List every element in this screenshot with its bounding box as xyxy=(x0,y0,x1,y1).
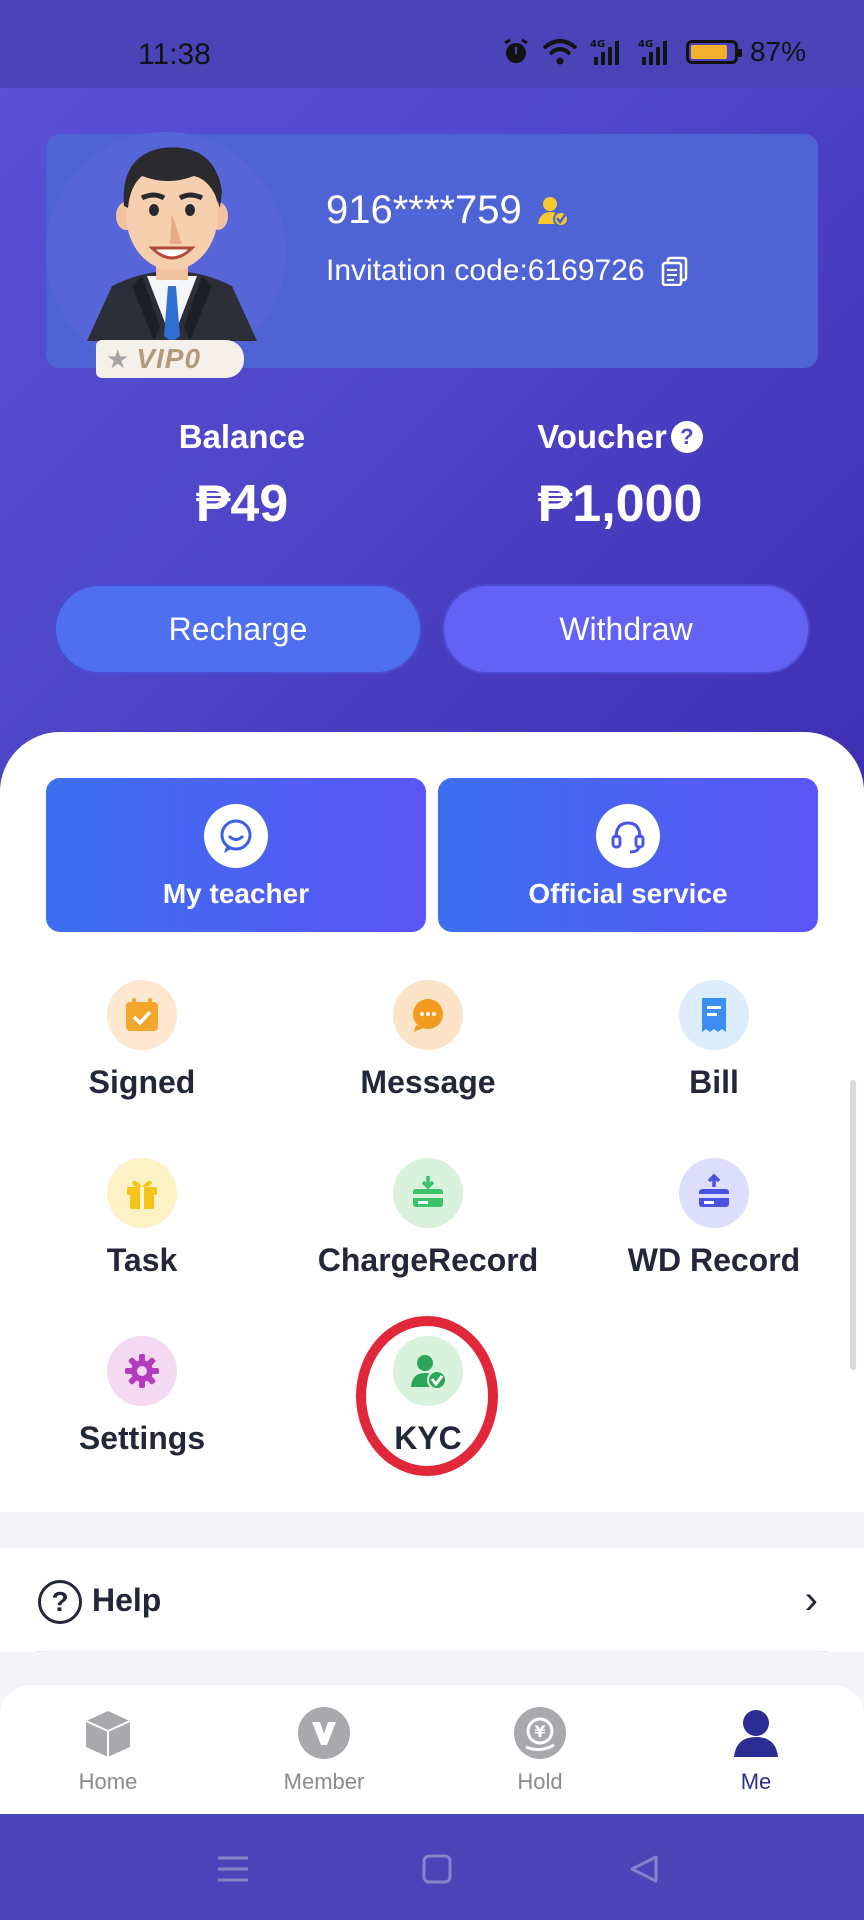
person-icon xyxy=(730,1707,782,1759)
gear-icon xyxy=(107,1336,177,1406)
nav-member-label: Member xyxy=(283,1769,365,1794)
balance-stat: Balance ₱49 xyxy=(142,418,342,534)
hold-coin-icon: ¥ xyxy=(514,1707,566,1759)
nav-home-label: Home xyxy=(78,1769,138,1794)
charge-record-icon xyxy=(393,1158,463,1228)
withdraw-record-icon xyxy=(679,1158,749,1228)
task-label: Task xyxy=(106,1242,178,1278)
signed-label: Signed xyxy=(88,1064,196,1100)
voucher-label-row: Voucher? xyxy=(520,418,720,456)
message-item[interactable]: Message xyxy=(288,980,568,1101)
my-teacher-label: My teacher xyxy=(162,878,310,909)
user-phone: 916****759 xyxy=(326,188,522,232)
system-nav-bar xyxy=(0,1814,864,1920)
my-teacher-button[interactable]: My teacher xyxy=(46,778,426,932)
signal-4g-icon-2: 4G xyxy=(638,39,667,65)
battery-percent: 87% xyxy=(749,36,806,67)
status-icons: 4G 4G 87% xyxy=(502,36,806,68)
battery-icon xyxy=(685,40,742,64)
nav-member[interactable]: Member xyxy=(244,1707,404,1795)
official-service-label: Official service xyxy=(528,878,728,909)
wd-record-label: WD Record xyxy=(627,1242,801,1278)
status-bar: 11:38 4G 4G 87% xyxy=(0,0,864,88)
headset-icon xyxy=(596,804,660,868)
withdraw-button[interactable]: Withdraw xyxy=(442,584,810,674)
invitation-code: Invitation code:6169726 xyxy=(326,254,645,287)
chat-icon xyxy=(204,804,268,868)
home-square-icon[interactable] xyxy=(422,1854,452,1884)
official-service-button[interactable]: Official service xyxy=(438,778,818,932)
alarm-icon xyxy=(504,38,528,63)
nav-hold[interactable]: ¥ Hold xyxy=(460,1707,620,1795)
help-label: Help xyxy=(92,1582,162,1618)
nav-me[interactable]: Me xyxy=(676,1707,836,1795)
calendar-check-icon xyxy=(107,980,177,1050)
avatar[interactable] xyxy=(82,136,262,346)
bottom-nav: Home Member ¥ Hold Me xyxy=(0,1684,864,1814)
task-item[interactable]: Task xyxy=(2,1158,282,1279)
star-icon: ★ xyxy=(106,343,131,374)
voucher-stat: Voucher? ₱1,000 xyxy=(520,418,720,534)
vip-badge: ★ VIP0 xyxy=(96,340,244,378)
divider xyxy=(36,1651,828,1652)
signal-4g-icon: 4G xyxy=(590,39,619,65)
menu-icon[interactable] xyxy=(216,1854,250,1884)
nav-home[interactable]: Home xyxy=(28,1707,188,1795)
message-icon xyxy=(393,980,463,1050)
charge-record-label: ChargeRecord xyxy=(317,1242,539,1278)
home-box-icon xyxy=(82,1707,134,1759)
gift-icon xyxy=(107,1158,177,1228)
message-label: Message xyxy=(360,1064,496,1100)
recharge-button[interactable]: Recharge xyxy=(54,584,422,674)
back-icon[interactable] xyxy=(628,1854,660,1884)
settings-item[interactable]: Settings xyxy=(2,1336,282,1457)
charge-record-item[interactable]: ChargeRecord xyxy=(288,1158,568,1279)
help-row[interactable]: ? Help › xyxy=(0,1548,864,1652)
svg-text:¥: ¥ xyxy=(534,1722,545,1741)
account-header: ★ VIP0 916****759 Invitation code:616972… xyxy=(0,88,864,788)
voucher-label: Voucher xyxy=(537,418,667,455)
wd-record-item[interactable]: WD Record xyxy=(574,1158,854,1279)
help-icon: ? xyxy=(38,1580,82,1624)
signed-item[interactable]: Signed xyxy=(2,980,282,1101)
wifi-icon xyxy=(542,39,578,65)
voucher-value: ₱1,000 xyxy=(537,475,703,533)
balance-value: ₱49 xyxy=(195,475,289,533)
help-icon[interactable]: ? xyxy=(670,421,703,453)
bill-icon xyxy=(679,980,749,1050)
nav-me-label: Me xyxy=(740,1769,772,1794)
status-time: 11:38 xyxy=(138,38,211,71)
scrollbar[interactable] xyxy=(850,1080,856,1370)
kyc-highlight-circle xyxy=(356,1316,498,1476)
user-phone-row: 916****759 xyxy=(326,188,570,233)
nav-hold-label: Hold xyxy=(517,1769,563,1794)
invitation-code-row: Invitation code:6169726 xyxy=(326,254,689,288)
svg-text:4G: 4G xyxy=(590,39,605,50)
bill-label: Bill xyxy=(689,1064,739,1100)
svg-text:4G: 4G xyxy=(638,39,653,50)
member-icon xyxy=(298,1707,350,1759)
chevron-right-icon: › xyxy=(804,1578,818,1622)
copy-icon[interactable] xyxy=(661,256,689,286)
vip-label: VIP0 xyxy=(136,343,202,374)
balance-label: Balance xyxy=(178,418,306,455)
verified-user-icon xyxy=(537,196,569,227)
settings-label: Settings xyxy=(78,1420,206,1456)
bill-item[interactable]: Bill xyxy=(574,980,854,1101)
